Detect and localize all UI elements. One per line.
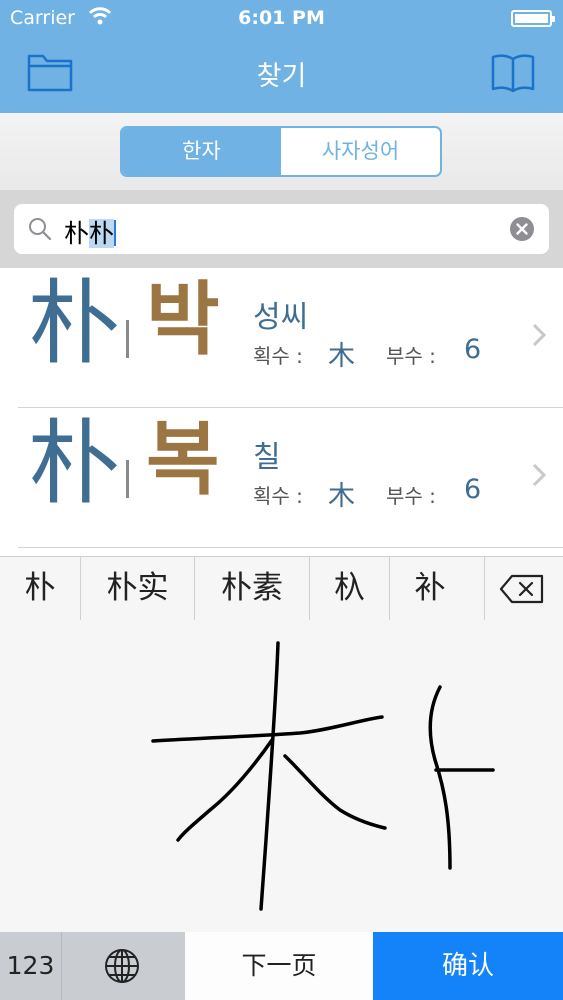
- book-button[interactable]: [489, 50, 537, 94]
- numbers-key[interactable]: 123: [0, 932, 62, 1000]
- chevron-right-icon: [532, 323, 547, 347]
- search-icon: [29, 218, 52, 241]
- stroke-count: 6: [464, 474, 482, 505]
- result-hangul: 박: [146, 273, 220, 366]
- candidate-item[interactable]: 朴: [0, 557, 80, 620]
- confirm-key[interactable]: 确认: [373, 932, 563, 1000]
- search-mode-segmented-control: 한자 사자성어: [120, 126, 442, 177]
- book-icon: [491, 54, 535, 93]
- radical-label: 부수 :: [386, 344, 436, 368]
- result-hanja: 朴: [28, 270, 121, 377]
- stroke-label: 획수 :: [253, 484, 303, 508]
- candidate-separator: [484, 557, 485, 620]
- search-input[interactable]: 朴朴: [14, 204, 549, 254]
- segment-hanja[interactable]: 한자: [122, 128, 281, 175]
- candidate-item[interactable]: 补: [390, 557, 470, 620]
- radical-value: 木: [328, 341, 355, 372]
- radical-value: 木: [328, 481, 355, 512]
- candidate-item[interactable]: 朴实: [81, 557, 194, 620]
- nav-header: Carrier 6:01 PM 찾기: [0, 0, 563, 113]
- divider: [126, 460, 129, 498]
- result-meaning: 성씨: [253, 300, 309, 335]
- segment-idiom[interactable]: 사자성어: [281, 128, 440, 175]
- keyboard-bottom-bar: 123 下一页 确认: [0, 932, 563, 1000]
- result-meaning: 칠: [253, 440, 281, 475]
- candidate-bar: 朴 朴实 朴素 杁 补: [0, 556, 563, 620]
- stroke-count: 6: [464, 334, 482, 365]
- result-meta: 획수 : 木 부수 : 6: [253, 474, 481, 512]
- radical-label: 부수 :: [386, 484, 436, 508]
- handwriting-strokes: [151, 641, 495, 911]
- search-bar: 朴朴: [0, 190, 563, 268]
- stroke-label: 획수 :: [253, 344, 303, 368]
- status-bar: Carrier 6:01 PM: [0, 0, 563, 36]
- search-text: 朴朴: [64, 214, 117, 250]
- chevron-right-icon: [532, 463, 547, 487]
- search-marked-text: 朴: [89, 219, 115, 248]
- page-title: 찾기: [256, 61, 307, 92]
- clear-icon[interactable]: [509, 216, 535, 242]
- globe-key[interactable]: [62, 932, 185, 1000]
- row-separator: [18, 547, 563, 548]
- text-caret: [114, 220, 117, 246]
- globe-icon: [105, 949, 139, 983]
- segment-area: 한자 사자성어: [0, 113, 563, 190]
- result-hanja: 朴: [28, 410, 121, 517]
- battery-icon: [511, 10, 555, 27]
- candidate-item[interactable]: 杁: [310, 557, 389, 620]
- result-hangul: 복: [146, 413, 220, 506]
- divider: [126, 320, 129, 358]
- backspace-icon[interactable]: [498, 573, 546, 605]
- result-meta: 획수 : 木 부수 : 6: [253, 334, 481, 372]
- search-typed-text: 朴: [64, 219, 90, 248]
- handwriting-pad[interactable]: [0, 620, 563, 932]
- candidate-item[interactable]: 朴素: [195, 557, 309, 620]
- result-row[interactable]: 朴 박 성씨 획수 : 木 부수 : 6: [0, 268, 563, 408]
- status-time: 6:01 PM: [238, 7, 325, 29]
- result-row[interactable]: 朴 복 칠 획수 : 木 부수 : 6: [0, 408, 563, 548]
- next-page-key[interactable]: 下一页: [185, 932, 373, 1000]
